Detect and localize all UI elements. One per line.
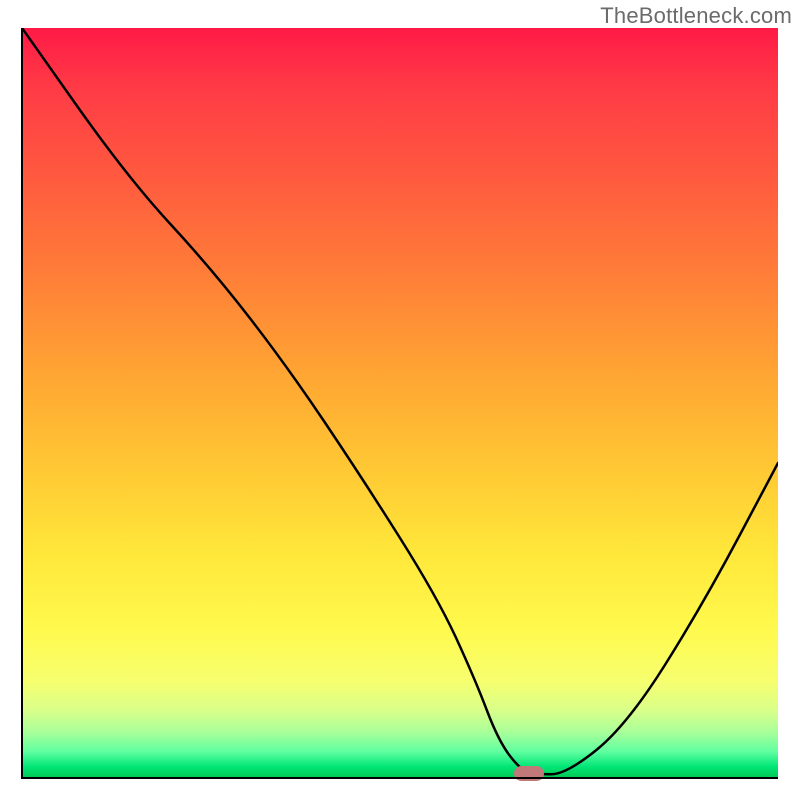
x-axis bbox=[22, 777, 778, 779]
bottleneck-curve bbox=[22, 28, 778, 774]
y-axis bbox=[21, 28, 23, 779]
curve-svg bbox=[22, 28, 778, 778]
chart-container: TheBottleneck.com bbox=[0, 0, 800, 800]
plot-area bbox=[22, 28, 778, 778]
optimal-marker bbox=[514, 766, 544, 781]
attribution-label: TheBottleneck.com bbox=[600, 3, 792, 29]
